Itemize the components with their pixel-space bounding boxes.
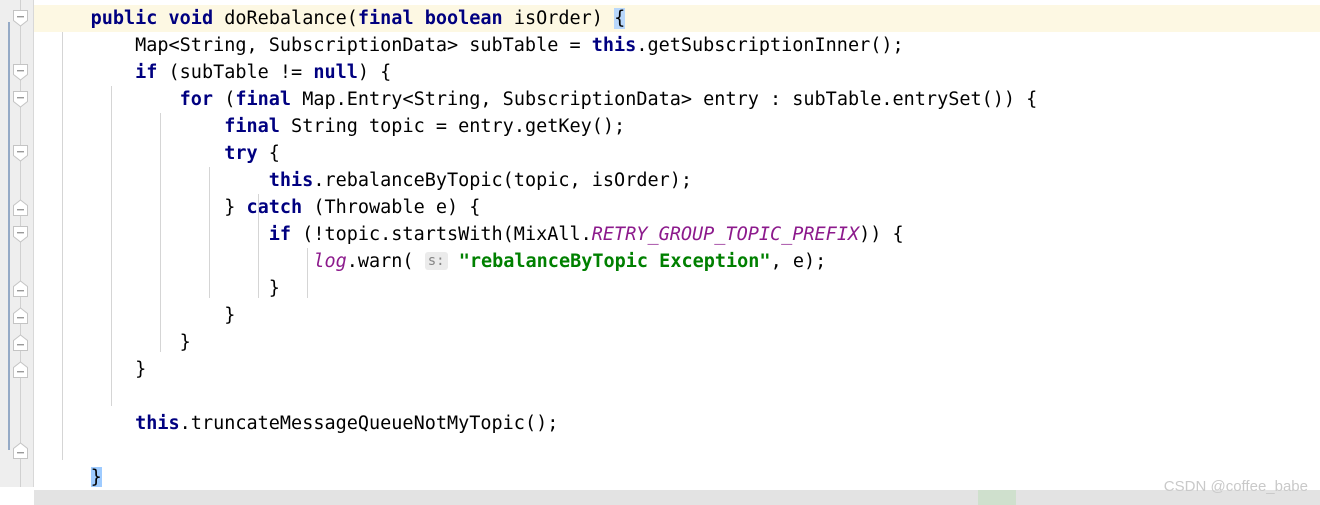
code-token: isOrder) [502, 8, 615, 29]
code-line[interactable]: log.warn( s: "rebalanceByTopic Exception… [34, 248, 1320, 275]
scrollbar-left-cap [0, 487, 34, 505]
fold-collapse-down-icon[interactable] [12, 91, 29, 108]
fold-collapse-down-icon[interactable] [12, 226, 29, 243]
code-token: for [179, 89, 214, 110]
code-line[interactable]: } catch (Throwable e) { [34, 194, 1320, 221]
editor-gutter[interactable] [0, 0, 34, 487]
watermark-text: CSDN @coffee_babe [1163, 478, 1308, 495]
code-token: RETRY_GROUP_TOPIC_PREFIX [591, 224, 860, 245]
code-token: (Throwable e) { [302, 197, 481, 218]
code-token: final [357, 8, 414, 29]
code-token: , e); [770, 251, 827, 272]
code-line[interactable]: public void doRebalance(final boolean is… [34, 5, 1320, 32]
code-token: final [224, 116, 280, 137]
code-token: .rebalanceByTopic(topic, isOrder); [313, 170, 693, 191]
code-line[interactable]: try { [34, 140, 1320, 167]
fold-collapse-down-icon[interactable] [12, 10, 29, 27]
code-token: if [135, 62, 158, 83]
code-line[interactable]: if (subTable != null) { [34, 59, 1320, 86]
code-line[interactable]: } [34, 356, 1320, 383]
code-token: .truncateMessageQueueNotMyTopic(); [179, 413, 559, 434]
code-token: } [224, 197, 247, 218]
code-token: catch [246, 197, 303, 218]
code-token: } [179, 332, 191, 353]
vcs-change-stripe[interactable] [8, 22, 10, 450]
code-token: final [235, 89, 292, 110]
code-token: } [90, 467, 102, 488]
code-token: Map<String, SubscriptionData> subTable = [135, 35, 592, 56]
horizontal-scrollbar[interactable] [34, 490, 1320, 505]
code-token: "rebalanceByTopic Exception" [458, 251, 771, 272]
code-token: (subTable != [157, 62, 314, 83]
parameter-hint-badge: s: [424, 252, 448, 270]
code-token: { [257, 143, 280, 164]
fold-collapse-down-icon[interactable] [12, 145, 29, 162]
fold-collapse-down-icon[interactable] [12, 64, 29, 81]
code-line[interactable]: for (final Map.Entry<String, Subscriptio… [34, 86, 1320, 113]
code-line-list[interactable]: public void doRebalance(final boolean is… [34, 5, 1320, 491]
code-token: Map.Entry<String, SubscriptionData> entr… [291, 89, 1038, 110]
code-token: ) { [357, 62, 392, 83]
code-token: } [224, 305, 236, 326]
code-token: try [224, 143, 258, 164]
code-line[interactable] [34, 437, 1320, 464]
code-token: } [268, 278, 280, 299]
code-token: log [313, 251, 347, 272]
code-line[interactable] [34, 383, 1320, 410]
code-token: String topic = entry.getKey(); [279, 116, 626, 137]
fold-collapse-up-icon[interactable] [12, 334, 29, 351]
code-line[interactable]: final String topic = entry.getKey(); [34, 113, 1320, 140]
code-token: public [90, 8, 158, 29]
code-token: boolean [424, 8, 503, 29]
code-token: doRebalance( [213, 8, 358, 29]
fold-collapse-up-icon[interactable] [12, 199, 29, 216]
code-token: this [135, 413, 180, 434]
code-editor[interactable]: public void doRebalance(final boolean is… [0, 0, 1320, 505]
code-token: this [591, 35, 637, 56]
code-token: } [135, 359, 147, 380]
code-line[interactable]: if (!topic.startsWith(MixAll.RETRY_GROUP… [34, 221, 1320, 248]
code-token: ( [213, 89, 236, 110]
code-line[interactable]: } [34, 302, 1320, 329]
code-line[interactable]: this.rebalanceByTopic(topic, isOrder); [34, 167, 1320, 194]
code-token: (!topic.startsWith(MixAll. [291, 224, 592, 245]
code-token: { [614, 8, 626, 29]
code-line[interactable]: Map<String, SubscriptionData> subTable =… [34, 32, 1320, 59]
code-line[interactable]: } [34, 329, 1320, 356]
fold-collapse-up-icon[interactable] [12, 307, 29, 324]
fold-collapse-up-icon[interactable] [12, 361, 29, 378]
code-line[interactable]: } [34, 275, 1320, 302]
code-token: null [313, 62, 358, 83]
code-token: if [268, 224, 292, 245]
code-content-area[interactable]: public void doRebalance(final boolean is… [34, 0, 1320, 488]
scrollbar-change-marker[interactable] [978, 490, 1016, 505]
code-line[interactable]: this.truncateMessageQueueNotMyTopic(); [34, 410, 1320, 437]
code-token: .warn( [346, 251, 425, 272]
fold-collapse-up-icon[interactable] [12, 280, 29, 297]
code-token: )) { [859, 224, 904, 245]
code-token: this [268, 170, 314, 191]
fold-collapse-up-icon[interactable] [12, 442, 29, 459]
code-token: void [168, 8, 214, 29]
code-token: .getSubscriptionInner(); [636, 35, 904, 56]
